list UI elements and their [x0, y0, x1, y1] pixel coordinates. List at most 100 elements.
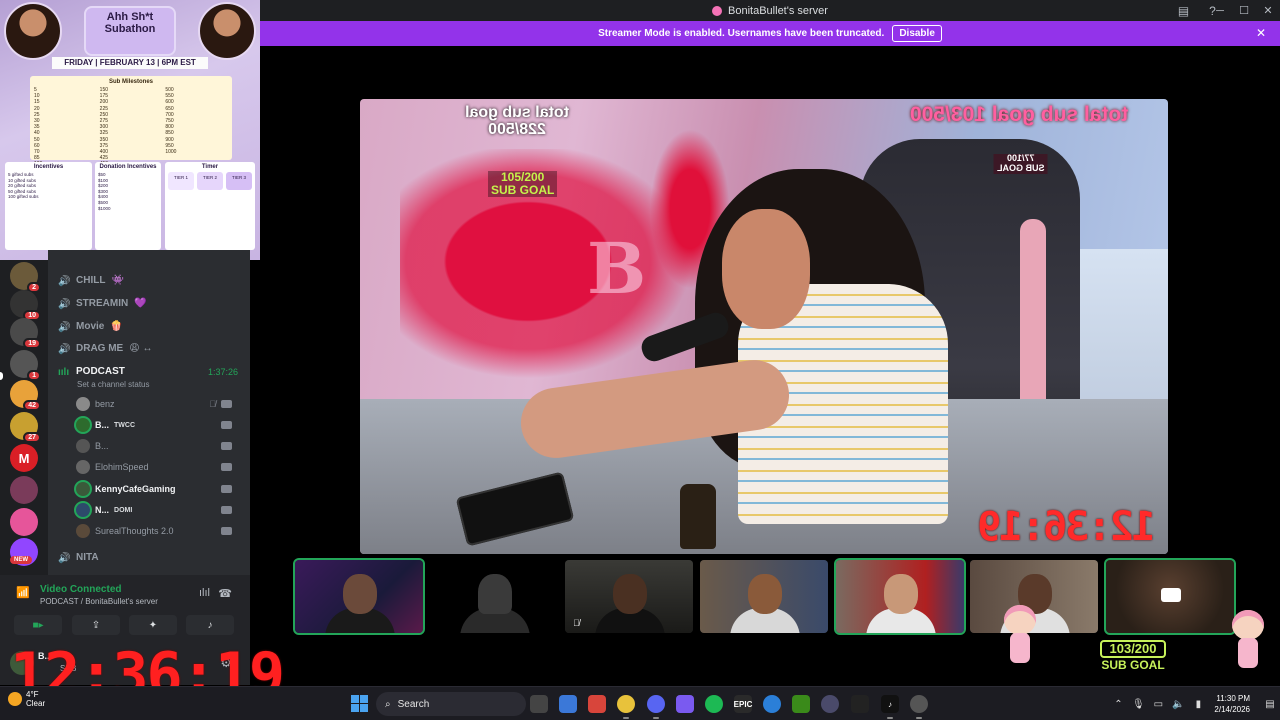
activities-button[interactable]: ✦ [129, 615, 177, 635]
disconnect-icon[interactable]: ☎ [218, 587, 232, 600]
app-icon[interactable] [851, 695, 869, 713]
participant-tile[interactable] [1106, 560, 1234, 633]
clock[interactable]: 11:30 PM 2/14/2026 [1214, 693, 1250, 715]
server-tag: DOMI [114, 506, 133, 514]
voice-status-subtitle[interactable]: PODCAST / BonitaBullet's server [40, 597, 158, 606]
spotify-icon[interactable] [705, 695, 723, 713]
unread-badge: 19 [23, 338, 41, 349]
copilot-icon[interactable] [559, 695, 577, 713]
server-icon-m[interactable]: M [10, 444, 38, 472]
maximize-button[interactable]: ☐ [1232, 0, 1256, 21]
incentives-title: Incentives [33, 164, 64, 170]
close-window-button[interactable]: ✕ [1256, 0, 1280, 21]
channel-drag-me[interactable]: 🔊 DRAG ME 😩 ↔ [58, 343, 152, 355]
avatar [76, 482, 90, 496]
chrome-icon[interactable] [617, 695, 635, 719]
task-view-icon[interactable] [530, 695, 548, 713]
channel-name: CHILL [76, 275, 106, 286]
close-icon[interactable]: ✕ [1256, 26, 1266, 40]
voice-user[interactable]: N... DOMI [76, 501, 242, 519]
participant-tile[interactable]: 🎙̸ [565, 560, 693, 633]
stream-sub-goal-text-right: total sub goal 103/500 [909, 103, 1128, 126]
soundboard-button[interactable]: ♪ [186, 615, 234, 635]
unread-badge: 1 [27, 370, 41, 381]
participant-tile[interactable] [700, 560, 828, 633]
screen-share-button[interactable]: ⇪ [72, 615, 120, 635]
server-icon[interactable] [10, 508, 38, 536]
noise-suppression-icon[interactable]: ılıl [199, 587, 210, 599]
channel-name: STREAMIN [76, 298, 129, 309]
voice-active-icon: ıılı [58, 366, 70, 378]
server-icon[interactable]: 19 [10, 318, 41, 349]
camera-icon [221, 506, 232, 514]
epic-games-icon[interactable]: EPIC [734, 695, 752, 713]
voice-user-name: benz [95, 399, 115, 409]
tier-1-chip: TIER 1 [168, 172, 194, 190]
chibi-sticker [1228, 610, 1268, 670]
minimize-button[interactable]: ─ [1208, 0, 1232, 21]
channel-podcast[interactable]: ıılı PODCAST [58, 366, 125, 378]
tier-3-chip: TIER 3 [226, 172, 252, 190]
discord-icon[interactable] [647, 695, 665, 719]
voice-user[interactable]: KennyCafeGaming [76, 480, 242, 498]
speaker-icon: 🔊 [58, 298, 71, 310]
voice-user[interactable]: benz 🎙̸ [76, 395, 242, 413]
participant-tile[interactable] [295, 560, 423, 633]
voice-user-name: B... [95, 420, 110, 430]
speaker-icon: 🔊 [58, 552, 71, 564]
channel-emoji: 💜 [134, 298, 147, 309]
voice-user[interactable]: B... [76, 437, 242, 455]
voice-user[interactable]: B... TWCC [76, 416, 242, 434]
disable-button[interactable]: Disable [892, 25, 942, 42]
server-icon[interactable]: 10 [10, 290, 41, 321]
notification-icon[interactable]: ▤ [1260, 699, 1280, 710]
microphone-icon[interactable]: 🎙 [1128, 699, 1148, 710]
game-app-icon[interactable] [676, 695, 694, 713]
tiktok-icon[interactable]: ♪ [881, 695, 899, 719]
weather-widget[interactable]: 4°F Clear [8, 690, 45, 708]
battery-icon[interactable]: ▮ [1188, 699, 1208, 710]
network-icon[interactable]: ▭ [1148, 699, 1168, 710]
channel-status[interactable]: Set a channel status [77, 380, 150, 389]
camera-button[interactable]: ■▸ [14, 615, 62, 635]
avatar [76, 418, 90, 432]
taskbar: 4°F Clear ⌕ Search EPIC ♪ ⌃ 🎙 ▭ 🔈 ▮ 11:30… [0, 686, 1280, 720]
subathon-title: Ahh Sh*t Subathon [84, 6, 176, 56]
clock-date: 2/14/2026 [1214, 705, 1250, 714]
streamer-avatar-left [4, 2, 62, 60]
server-icon[interactable]: 1 [10, 350, 41, 381]
milestones-list: 51015202530354050607085100125 1501752002… [34, 87, 177, 174]
channel-chill[interactable]: 🔊 CHILL 👾 [58, 275, 124, 287]
search-box[interactable]: ⌕ Search [376, 692, 526, 716]
server-icon[interactable]: 2 [10, 262, 41, 293]
nvidia-icon[interactable] [792, 695, 810, 713]
server-icon[interactable] [10, 476, 38, 504]
channel-movie[interactable]: 🔊 Movie 🍿 [58, 321, 123, 333]
server-icon[interactable]: 27 [10, 412, 41, 443]
store-icon[interactable] [588, 695, 606, 713]
volume-icon[interactable]: 🔈 [1168, 699, 1188, 710]
channel-nita[interactable]: 🔊 NITA [58, 552, 99, 564]
participant-tile[interactable] [430, 560, 558, 633]
chevron-up-icon[interactable]: ⌃ [1108, 699, 1128, 710]
app-icon[interactable] [910, 695, 928, 719]
camera-icon [221, 527, 232, 535]
steam-icon[interactable] [763, 695, 781, 713]
server-icon[interactable]: 42 [10, 380, 41, 411]
participant-tile[interactable] [836, 560, 964, 633]
voice-user[interactable]: ElohimSpeed [76, 458, 242, 476]
obs-icon[interactable] [821, 695, 839, 713]
unread-badge: 42 [23, 400, 41, 411]
camera-icon [221, 463, 232, 471]
bottle [680, 484, 716, 549]
channel-streamin[interactable]: 🔊 STREAMIN 💜 [58, 298, 147, 310]
inbox-icon[interactable]: ▤ [1176, 3, 1191, 18]
clock-time: 11:30 PM [1216, 694, 1250, 703]
avatar [76, 439, 90, 453]
voice-user[interactable]: SurealThoughts 2.0 [76, 522, 242, 540]
camera-icon [221, 485, 232, 493]
start-button[interactable] [351, 695, 368, 712]
letter-decor: B [587, 227, 647, 310]
voice-status-title[interactable]: Video Connected [40, 584, 122, 595]
stream-video[interactable]: B total sub goal 228/500 total sub goal … [360, 99, 1168, 554]
